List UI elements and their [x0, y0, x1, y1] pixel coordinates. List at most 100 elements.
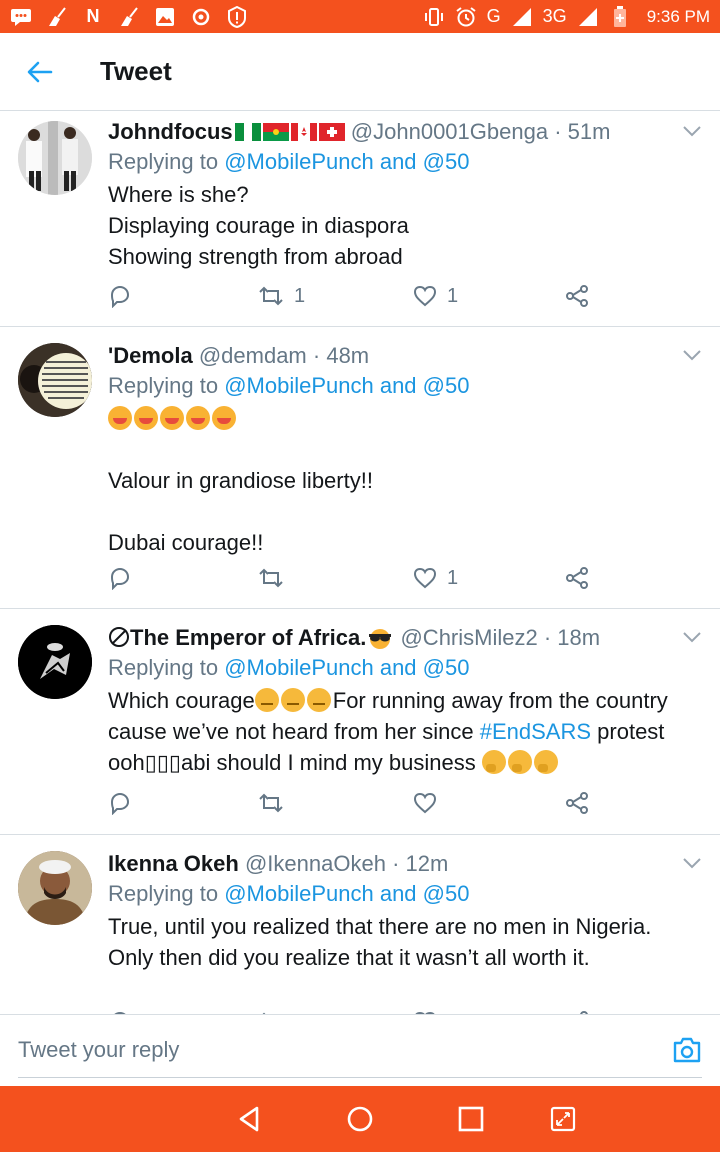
emoji-row: [108, 403, 704, 434]
nav-back-icon[interactable]: [235, 1104, 265, 1134]
camera-icon[interactable]: [672, 1037, 702, 1063]
tweet-content: Ikenna Okeh @IkennaOkeh · 12m Replying t…: [108, 849, 704, 973]
input-underline: [18, 1077, 702, 1078]
battery-icon: [609, 5, 631, 28]
canada-flag-icon: [290, 123, 317, 141]
tweet-actions: 1: [108, 566, 598, 596]
tweet-text-line: Where is she?: [108, 182, 249, 207]
eyeroll-emoji-icon: [254, 688, 279, 712]
back-button[interactable]: [0, 33, 80, 111]
replying-prefix: Replying to: [108, 655, 219, 680]
reply-button[interactable]: [108, 284, 132, 308]
status-bar: N G 3G 9:36 PM: [0, 0, 720, 33]
tweet-text: Valour in grandiose liberty!! Dubai cour…: [108, 403, 704, 558]
notification-icons: N: [10, 5, 248, 28]
chevron-down-icon[interactable]: [682, 349, 702, 361]
chevron-down-icon[interactable]: [682, 125, 702, 137]
nav-home-icon[interactable]: [345, 1104, 375, 1134]
chevron-down-icon[interactable]: [682, 857, 702, 869]
vibrate-icon: [423, 6, 445, 28]
tweet-text-line: ooh▯▯▯abi should I mind my business: [108, 747, 704, 778]
mention-link[interactable]: @MobilePunch and @50: [224, 655, 469, 680]
tweet-text-line: Showing strength from abroad: [108, 244, 403, 269]
display-name[interactable]: Ikenna Okeh: [108, 851, 239, 876]
reply-composer: Tweet your reply: [0, 1014, 720, 1086]
replying-prefix: Replying to: [108, 149, 219, 174]
tweet-text-line: cause we’ve not heard from her since #En…: [108, 716, 704, 747]
mention-link[interactable]: @MobilePunch and @50: [224, 373, 469, 398]
display-name[interactable]: 'Demola: [108, 343, 193, 368]
display-name[interactable]: The Emperor of Africa.: [130, 625, 366, 650]
record-icon: [190, 6, 212, 28]
timestamp: · 12m: [392, 851, 449, 876]
clock: 9:36 PM: [646, 6, 710, 26]
tweet[interactable]: The Emperor of Africa. @ChrisMilez2 · 18…: [0, 609, 720, 835]
tweet[interactable]: 'Demola @demdam · 48m Replying to @Mobil…: [0, 327, 720, 609]
retweet-button[interactable]: [258, 791, 294, 815]
nav-recents-icon[interactable]: [456, 1104, 486, 1134]
avatar[interactable]: [18, 851, 92, 925]
tweet-header: The Emperor of Africa. @ChrisMilez2 · 18…: [108, 623, 704, 653]
flags: [233, 119, 345, 144]
like-button[interactable]: 1: [413, 284, 458, 308]
tweet-text-line: True, until you realized that there are …: [108, 914, 652, 939]
tweet-text-line: Valour in grandiose liberty!!: [108, 468, 373, 493]
nav-screenshot-icon[interactable]: [548, 1104, 578, 1134]
handle: @John0001Gbenga: [350, 119, 549, 144]
system-status: G 3G 9:36 PM: [423, 5, 710, 28]
system-nav-bar: [0, 1086, 720, 1152]
replying-to: Replying to @MobilePunch and @50: [108, 653, 704, 683]
mention-link[interactable]: @MobilePunch and @50: [224, 881, 469, 906]
network-label: G: [486, 6, 501, 26]
handle: @ChrisMilez2: [400, 625, 538, 650]
arrow-left-icon: [27, 61, 53, 82]
replying-to: Replying to @MobilePunch and @50: [108, 147, 704, 177]
tweet-text-fragment: ooh▯▯▯abi should I mind my business: [108, 750, 482, 775]
signal-icon-2: [577, 6, 599, 28]
timestamp: · 51m: [554, 119, 611, 144]
avatar[interactable]: [18, 625, 92, 699]
reply-button[interactable]: [108, 791, 132, 815]
heart-icon: [413, 567, 437, 589]
retweet-button[interactable]: [258, 566, 294, 590]
laughing-emoji-icon: [186, 406, 210, 430]
reply-icon: [110, 285, 130, 308]
avatar[interactable]: [18, 343, 92, 417]
tweet-content: 'Demola @demdam · 48m Replying to @Mobil…: [108, 341, 704, 558]
signal-icon: [511, 6, 533, 28]
burkina-flag-icon: [262, 123, 289, 141]
tweet-content: Johndfocus @John0001Gbenga · 51m Replyin…: [108, 117, 704, 272]
tweet-header: Ikenna Okeh @IkennaOkeh · 12m: [108, 849, 704, 879]
nigeria-flag-icon: [234, 123, 261, 141]
tweet[interactable]: Johndfocus @John0001Gbenga · 51m Replyin…: [0, 111, 720, 327]
tweet[interactable]: Ikenna Okeh @IkennaOkeh · 12m Replying t…: [0, 835, 720, 1034]
mention-link[interactable]: @MobilePunch and @50: [224, 149, 469, 174]
tweet-header: Johndfocus @John0001Gbenga · 51m: [108, 117, 704, 147]
switzerland-flag-icon: [318, 123, 345, 141]
hashtag-link[interactable]: #EndSARS: [480, 719, 591, 744]
n-icon: N: [86, 6, 100, 26]
timestamp: · 48m: [312, 343, 370, 368]
like-button[interactable]: 1: [413, 566, 458, 590]
retweet-button[interactable]: 1: [258, 284, 305, 308]
tweet-text-line: Only then did you realize that it wasn’t…: [108, 945, 590, 970]
heart-icon: [413, 285, 437, 307]
display-name[interactable]: Johndfocus: [108, 119, 233, 144]
message-icon: [10, 6, 32, 28]
reply-input[interactable]: Tweet your reply: [18, 1037, 179, 1063]
reply-icon: [110, 792, 130, 815]
timestamp: · 18m: [543, 625, 601, 650]
replying-prefix: Replying to: [108, 373, 219, 398]
chevron-down-icon[interactable]: [682, 631, 702, 643]
like-button[interactable]: [413, 791, 447, 815]
handle: @demdam: [198, 343, 307, 368]
reply-button[interactable]: [108, 566, 132, 590]
share-button[interactable]: [565, 566, 589, 590]
share-button[interactable]: [565, 284, 589, 308]
alarm-icon: [455, 6, 477, 28]
avatar[interactable]: [18, 121, 92, 195]
share-icon: [566, 792, 588, 814]
share-button[interactable]: [565, 791, 589, 815]
share-icon: [566, 567, 588, 589]
replying-prefix: Replying to: [108, 881, 219, 906]
